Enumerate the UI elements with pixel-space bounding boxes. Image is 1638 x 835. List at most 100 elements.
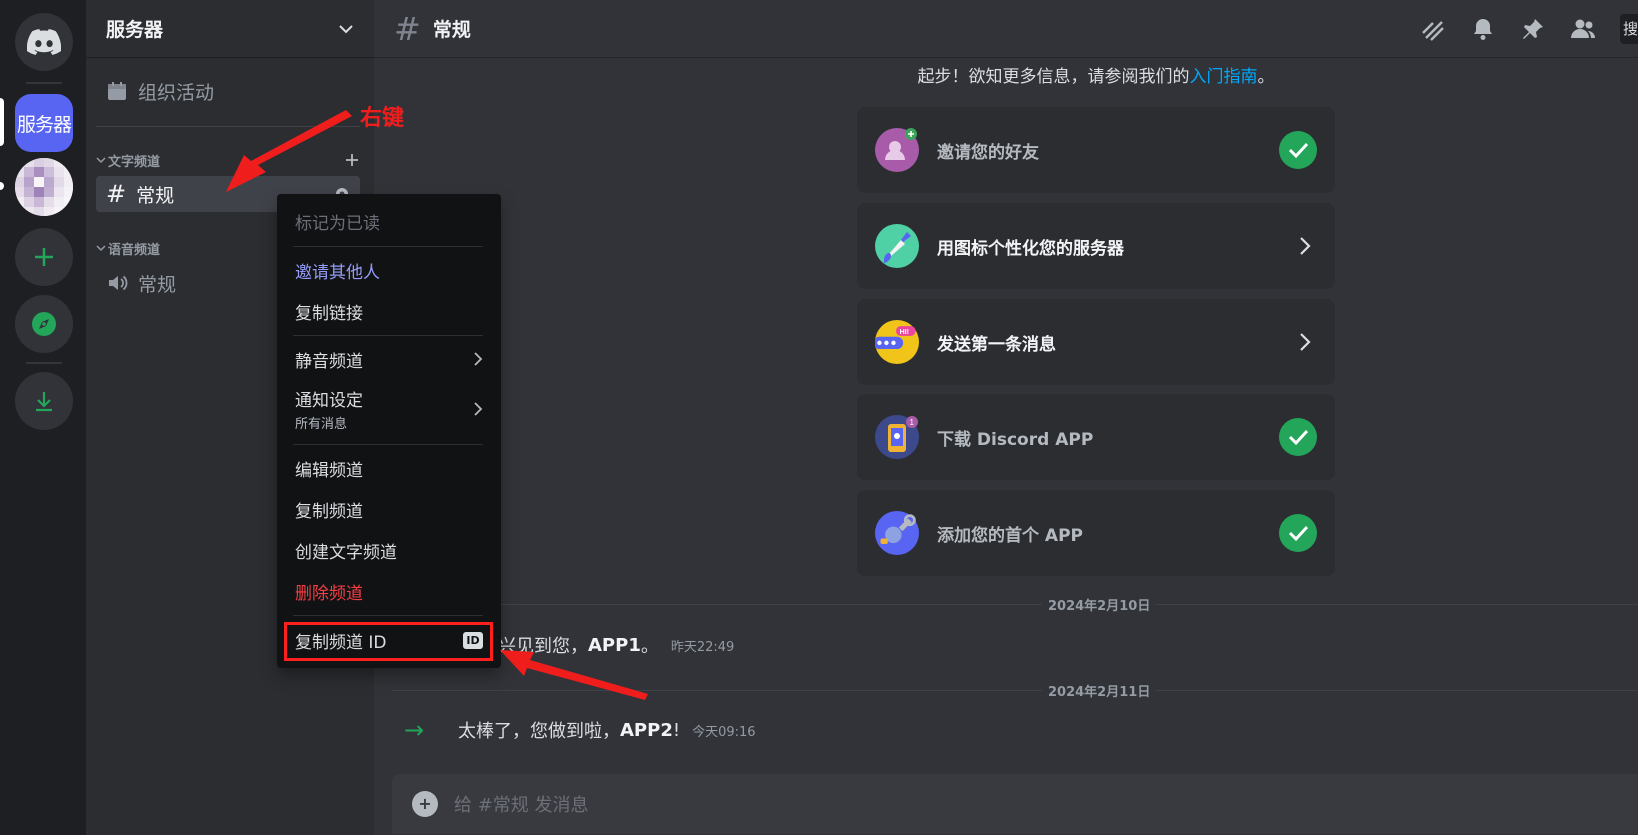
pin-icon[interactable] (1520, 16, 1546, 42)
menu-sublabel: 所有消息 (295, 417, 348, 432)
menu-item-mark-read[interactable]: 标记为已读 (285, 204, 493, 238)
speaker-icon (109, 275, 128, 291)
menu-item-create-text[interactable]: 创建文字频道 (285, 533, 493, 567)
task-card-download-app[interactable]: 1 下载 Discord APP (857, 394, 1335, 480)
annotation-note: 右键 (360, 106, 405, 131)
add-channel-icon[interactable] (344, 152, 360, 168)
header-toolbar: 搜 (1420, 0, 1638, 58)
menu-item-delete[interactable]: 删除频道 (285, 574, 493, 608)
menu-item-notify[interactable]: 通知设定 所有消息 (285, 384, 493, 434)
task-card-add-app[interactable]: 添加您的首个 APP (857, 490, 1335, 576)
chevron-right-icon (1293, 234, 1317, 258)
menu-label: 创建文字频道 (295, 542, 397, 563)
calendar-icon (108, 82, 126, 100)
events-label: 组织活动 (138, 81, 215, 104)
threads-icon[interactable] (1420, 16, 1446, 42)
wrench-app-icon (875, 511, 919, 555)
menu-item-invite[interactable]: 邀请其他人 (285, 253, 493, 287)
date-label: 2024年2月11日 (1042, 681, 1157, 700)
chat-bubble-icon: HI! (875, 320, 919, 364)
sidebar-divider (96, 126, 360, 127)
menu-item-copy-link[interactable]: 复制链接 (285, 294, 493, 328)
message-suffix: ! (672, 719, 681, 741)
system-message: → 太棒了，您做到啦， APP2! 今天09:16 (374, 716, 1638, 744)
pixelated-avatar-icon (15, 158, 73, 216)
menu-separator (293, 615, 483, 616)
intro-text: 起步！欲知更多信息，请参阅我们的 (917, 67, 1190, 87)
search-input[interactable]: 搜 (1620, 14, 1638, 44)
task-card-invite-friends[interactable]: 邀请您的好友 (857, 107, 1335, 193)
channel-name: 常规 (138, 273, 177, 296)
unread-pill (0, 182, 4, 190)
menu-item-duplicate[interactable]: 复制频道 (285, 492, 493, 526)
composer-placeholder: 给 #常规 发消息 (454, 795, 589, 816)
message-username[interactable]: APP2 (620, 720, 673, 741)
chevron-down-icon (96, 245, 106, 252)
task-card-send-message[interactable]: HI! 发送第一条消息 (857, 299, 1335, 385)
server-rail: 服务器 (0, 0, 86, 835)
message-composer[interactable]: + 给 #常规 发消息 (392, 774, 1638, 834)
chevron-down-icon (339, 24, 353, 33)
chevron-right-icon (474, 352, 483, 366)
server-header[interactable]: 服务器 (86, 0, 374, 58)
system-message: 兴见到您， APP1。 昨天22:49 (374, 632, 1638, 658)
upload-plus-icon[interactable]: + (412, 791, 438, 817)
message-timestamp: 今天09:16 (692, 724, 756, 740)
task-label: 用图标个性化您的服务器 (937, 238, 1124, 259)
menu-item-edit[interactable]: 编辑频道 (285, 451, 493, 485)
rail-separator (26, 362, 62, 364)
phone-download-icon: 1 (875, 415, 919, 459)
menu-separator (293, 335, 483, 336)
menu-label: 复制链接 (295, 303, 363, 324)
task-card-customize-icon[interactable]: 用图标个性化您的服务器 (857, 203, 1335, 289)
message-username[interactable]: APP1 (588, 635, 641, 656)
discord-logo-icon (27, 29, 61, 55)
message-suffix: 。 (640, 636, 659, 657)
download-apps-button[interactable] (15, 372, 73, 430)
server-icon-active[interactable]: 服务器 (15, 94, 73, 152)
hash-icon: # (106, 180, 127, 208)
date-label: 2024年2月10日 (1042, 595, 1157, 614)
category-label: 文字频道 (108, 154, 161, 170)
check-icon (1279, 514, 1317, 552)
server-name: 服务器 (106, 19, 164, 41)
channel-title: 常规 (432, 19, 471, 41)
menu-label: 通知设定 (295, 391, 363, 411)
menu-label: 复制频道 (295, 501, 363, 522)
bell-icon[interactable] (1470, 16, 1496, 42)
svg-text:HI!: HI! (900, 329, 909, 336)
menu-label-group: 通知设定 所有消息 (295, 386, 473, 432)
welcome-intro: 起步！欲知更多信息，请参阅我们的入门指南。 (856, 62, 1336, 87)
plus-icon (35, 248, 53, 266)
getting-started-link[interactable]: 入门指南 (1190, 67, 1258, 87)
discord-home-button[interactable] (15, 13, 73, 71)
task-label: 邀请您的好友 (937, 142, 1039, 163)
svg-text:1: 1 (910, 418, 915, 427)
message-text: 太棒了，您做到啦， (458, 721, 620, 742)
task-label: 下载 Discord APP (937, 429, 1094, 450)
category-label: 语音频道 (108, 242, 161, 258)
chevron-right-icon (474, 402, 483, 416)
explore-servers-button[interactable] (15, 295, 73, 353)
rail-separator (26, 82, 62, 84)
date-divider (392, 604, 1638, 605)
hash-icon: # (394, 9, 421, 48)
category-text-channels[interactable]: 文字频道 (96, 151, 360, 170)
menu-item-mute[interactable]: 静音频道 (285, 342, 493, 376)
menu-label: 邀请其他人 (295, 262, 380, 283)
members-icon[interactable] (1570, 16, 1596, 42)
download-icon (36, 392, 52, 412)
active-server-pill (0, 98, 4, 146)
server-icon-avatar[interactable] (15, 158, 73, 216)
add-server-button[interactable] (15, 228, 73, 286)
menu-label: 删除频道 (295, 583, 363, 604)
join-arrow-icon: → (404, 716, 425, 744)
check-icon (1279, 131, 1317, 169)
menu-separator (293, 444, 483, 445)
channel-header: # 常规 搜 (374, 0, 1638, 58)
task-label: 发送第一条消息 (937, 334, 1056, 355)
menu-label: 编辑频道 (295, 460, 363, 481)
invite-friends-icon (875, 128, 919, 172)
message-text: 兴见到您， (498, 636, 588, 657)
events-item[interactable]: 组织活动 (96, 73, 360, 109)
